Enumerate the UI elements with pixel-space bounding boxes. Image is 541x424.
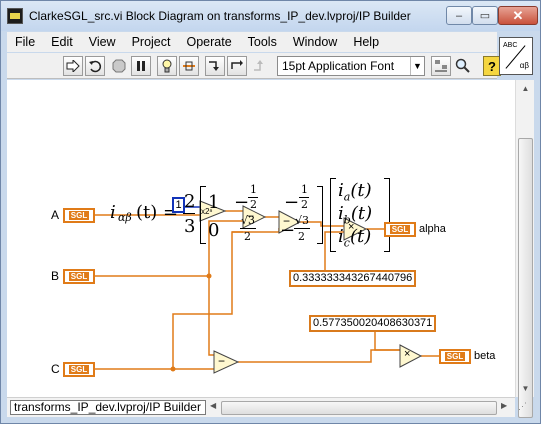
menu-operate[interactable]: Operate [178, 35, 239, 49]
matrix-r2c2-bar [240, 228, 256, 229]
matrix-r1c3-sign: − [284, 192, 300, 213]
input-control-b[interactable]: SGL [63, 269, 95, 284]
vi-icon-text-bottom: αβ [519, 61, 529, 70]
close-button[interactable]: ✕ [498, 6, 538, 25]
labview-vi-icon [7, 8, 23, 24]
resize-grip-icon[interactable]: ⋰ [518, 401, 532, 415]
menu-file[interactable]: File [7, 35, 43, 49]
sgl-type-label: SGL [68, 365, 90, 374]
input-control-a[interactable]: SGL [63, 208, 95, 223]
toolbar: 15pt Application Font ▼ ? [7, 53, 501, 79]
output-label-alpha: alpha [419, 223, 446, 235]
pause-icon[interactable] [131, 56, 151, 76]
step-into-icon[interactable] [205, 56, 225, 76]
vi-icon-text-top: ABC [503, 42, 518, 49]
matrix-r1c1: 1 [208, 192, 220, 213]
formula-fraction-den: 3 [184, 216, 196, 237]
vertical-scroll-thumb[interactable] [518, 138, 533, 418]
matrix-r2c1: 0 [208, 220, 220, 241]
scroll-left-icon[interactable]: ◀ [210, 401, 216, 410]
menu-view[interactable]: View [81, 35, 124, 49]
vi-connector-icon[interactable]: ABC αβ [499, 37, 533, 75]
matrix-r1c2-sign: − [234, 192, 250, 213]
input-label-a: A [51, 208, 60, 222]
block-diagram-canvas[interactable]: x2ⁿ − − × − × i αβ (t) = 2 3 1 − 1 2 − 1… [7, 80, 515, 397]
sgl-type-label: SGL [389, 225, 411, 234]
sgl-type-label: SGL [68, 272, 90, 281]
search-icon[interactable] [453, 56, 473, 76]
matrix-r2c3-num: √3 [295, 214, 310, 227]
constant-inv-sqrt3[interactable]: 0.577350020408630371 [309, 315, 437, 332]
matrix-r1c2-den: 2 [250, 198, 257, 211]
retain-wire-values-icon[interactable] [179, 56, 199, 76]
input-label-c: C [51, 362, 60, 376]
run-continuously-icon[interactable] [85, 56, 105, 76]
matrix-left-bracket [200, 186, 206, 244]
window-title: ClarkeSGL_src.vi Block Diagram on transf… [29, 9, 411, 23]
matrix-r2c2-den: 2 [244, 230, 251, 243]
menu-project[interactable]: Project [124, 35, 179, 49]
project-path-label: transforms_IP_dev.lvproj/IP Builder [10, 400, 206, 415]
matrix-r2c3-bar [294, 228, 310, 229]
matrix-r2c2-num: √3 [241, 214, 256, 227]
highlight-execution-icon[interactable] [157, 56, 177, 76]
vector-left-bracket [330, 178, 336, 252]
output-indicator-beta[interactable]: SGL [439, 349, 471, 364]
abort-icon[interactable] [109, 56, 129, 76]
title-bar[interactable]: ClarkeSGL_src.vi Block Diagram on transf… [1, 1, 540, 31]
block-diagram-window: ClarkeSGL_src.vi Block Diagram on transf… [0, 0, 541, 424]
sgl-type-label: SGL [444, 352, 466, 361]
font-select-value: 15pt Application Font [282, 59, 395, 73]
chevron-down-icon[interactable]: ▼ [410, 57, 424, 75]
menu-window[interactable]: Window [285, 35, 345, 49]
minimize-button[interactable]: – [446, 6, 472, 25]
output-label-beta: beta [474, 350, 496, 362]
input-control-c[interactable]: SGL [63, 362, 95, 377]
vector-i-a: ia(t) [338, 180, 372, 204]
output-indicator-alpha[interactable]: SGL [384, 222, 416, 237]
vector-right-bracket [384, 178, 390, 252]
scroll-down-icon[interactable]: ▼ [518, 381, 533, 396]
matrix-r2c3-sign: − [280, 220, 296, 241]
matrix-r1c2-num: 1 [250, 183, 257, 196]
formula-lhs: i [110, 202, 116, 223]
maximize-button[interactable]: ▭ [472, 6, 498, 25]
menu-tools[interactable]: Tools [240, 35, 285, 49]
scroll-right-icon[interactable]: ▶ [501, 401, 507, 410]
align-icon[interactable] [431, 56, 451, 76]
menu-edit[interactable]: Edit [43, 35, 81, 49]
sgl-type-label: SGL [68, 211, 90, 220]
multiply-node-beta[interactable]: × [404, 348, 410, 360]
vertical-scrollbar[interactable]: ▲ ▼ [515, 80, 534, 418]
step-over-icon[interactable] [227, 56, 247, 76]
menu-help[interactable]: Help [345, 35, 387, 49]
matrix-r1c3-den: 2 [301, 198, 308, 211]
formula-fraction-bar [183, 213, 195, 214]
formula-fraction-num: 2 [184, 191, 196, 212]
subtract-node-3[interactable]: − [218, 354, 225, 368]
integer-constant-one[interactable]: 1 [172, 197, 185, 213]
vector-i-b: ib(t) [338, 203, 373, 227]
font-select[interactable]: 15pt Application Font ▼ [277, 56, 425, 76]
scroll-up-icon[interactable]: ▲ [518, 81, 533, 96]
menu-bar: File Edit View Project Operate Tools Win… [7, 32, 497, 52]
clarke-formula: i αβ (t) = 2 3 1 − 1 2 − 1 2 0 √3 2 − √3… [110, 178, 400, 254]
run-arrow-icon[interactable] [63, 56, 83, 76]
step-out-icon[interactable] [249, 56, 269, 76]
horizontal-scroll-thumb[interactable] [221, 401, 497, 415]
matrix-right-bracket [317, 186, 323, 244]
matrix-r2c3-den: 2 [298, 230, 305, 243]
formula-lhs-sub: αβ [118, 211, 132, 224]
horizontal-scrollbar[interactable]: transforms_IP_dev.lvproj/IP Builder ◀ ▶ [7, 397, 515, 417]
constant-one-third[interactable]: 0.333333343267440796 [289, 270, 417, 287]
matrix-r1c3-num: 1 [301, 183, 308, 196]
vector-i-c: ic(t) [338, 226, 372, 250]
input-label-b: B [51, 269, 60, 283]
